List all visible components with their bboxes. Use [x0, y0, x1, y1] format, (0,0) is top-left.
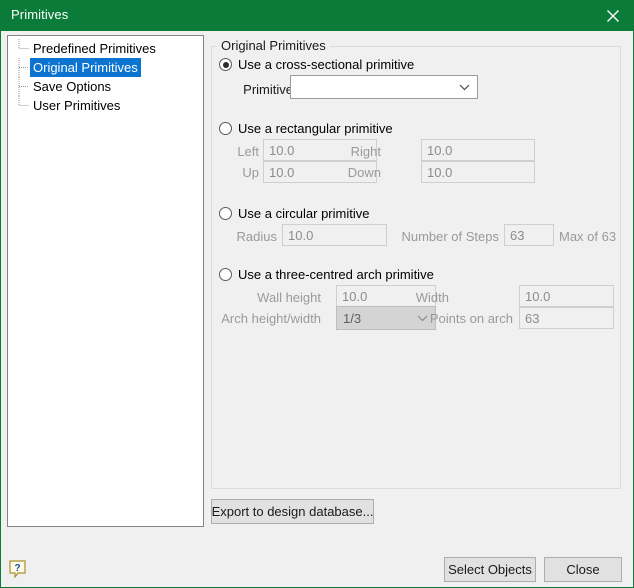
close-icon: [606, 9, 619, 22]
sidebar-item-original-primitives[interactable]: Original Primitives: [8, 58, 203, 77]
radio-use-three-centred-arch-primitive[interactable]: Use a three-centred arch primitive: [219, 267, 434, 282]
radio-indicator: [219, 207, 232, 220]
group-title: Original Primitives: [217, 38, 330, 53]
label-number-of-steps: Number of Steps: [401, 229, 499, 244]
sidebar-item-save-options[interactable]: Save Options: [8, 77, 203, 96]
window-title: Primitives: [11, 7, 69, 22]
primitive-combobox[interactable]: [290, 75, 478, 99]
select-objects-button[interactable]: Select Objects: [444, 557, 536, 582]
label-right: Right: [350, 144, 381, 159]
steps-max-note: Max of 63: [559, 229, 617, 244]
navigation-tree: Predefined Primitives Original Primitive…: [8, 39, 203, 115]
sidebar-item-label: User Primitives: [33, 98, 121, 113]
tree-connector-icon: [18, 77, 29, 96]
label-down: Down: [347, 165, 381, 180]
radio-indicator: [219, 58, 232, 71]
navigation-tree-panel[interactable]: Predefined Primitives Original Primitive…: [7, 35, 204, 527]
primitives-dialog: Primitives Predefined Primitives Origina…: [0, 0, 634, 588]
tree-connector-icon: [18, 58, 29, 77]
close-button[interactable]: Close: [544, 557, 622, 582]
sidebar-item-predefined-primitives[interactable]: Predefined Primitives: [8, 39, 203, 58]
radio-use-circular-primitive[interactable]: Use a circular primitive: [219, 206, 369, 221]
svg-text:?: ?: [14, 563, 20, 574]
down-input[interactable]: [421, 161, 535, 183]
width-input[interactable]: [519, 285, 614, 307]
close-window-button[interactable]: [590, 0, 633, 31]
sidebar-item-label: Predefined Primitives: [33, 41, 156, 56]
label-wall-height: Wall height: [257, 290, 321, 305]
radio-label: Use a circular primitive: [238, 206, 370, 221]
label-up: Up: [242, 165, 259, 180]
sidebar-item-user-primitives[interactable]: User Primitives: [8, 96, 203, 115]
radio-indicator: [219, 122, 232, 135]
label-left: Left: [237, 144, 259, 159]
export-to-design-database-button[interactable]: Export to design database...: [211, 499, 374, 524]
right-input[interactable]: [421, 139, 535, 161]
tree-connector-icon: [18, 39, 29, 49]
radio-label: Use a three-centred arch primitive: [238, 267, 434, 282]
label-arch-height-width: Arch height/width: [221, 311, 321, 326]
radio-indicator: [219, 268, 232, 281]
label-primitive: Primitive: [243, 82, 293, 97]
number-of-steps-input[interactable]: [504, 224, 554, 246]
chevron-down-icon: [459, 76, 470, 98]
label-width: Width: [415, 290, 449, 305]
radio-label: Use a cross-sectional primitive: [238, 57, 415, 72]
radio-use-cross-sectional-primitive[interactable]: Use a cross-sectional primitive: [219, 57, 414, 72]
tree-connector-icon: [18, 96, 29, 106]
radio-label: Use a rectangular primitive: [238, 121, 393, 136]
label-radius: Radius: [236, 229, 277, 244]
label-points-on-arch: Points on arch: [429, 311, 513, 326]
sidebar-item-label: Save Options: [33, 79, 112, 94]
help-question-icon[interactable]: ?: [9, 560, 26, 578]
sidebar-item-label: Original Primitives: [30, 58, 141, 77]
points-on-arch-input[interactable]: [519, 307, 614, 329]
title-bar: Primitives: [1, 0, 633, 31]
radio-use-rectangular-primitive[interactable]: Use a rectangular primitive: [219, 121, 393, 136]
arch-height-width-value: 1/3: [343, 310, 362, 326]
